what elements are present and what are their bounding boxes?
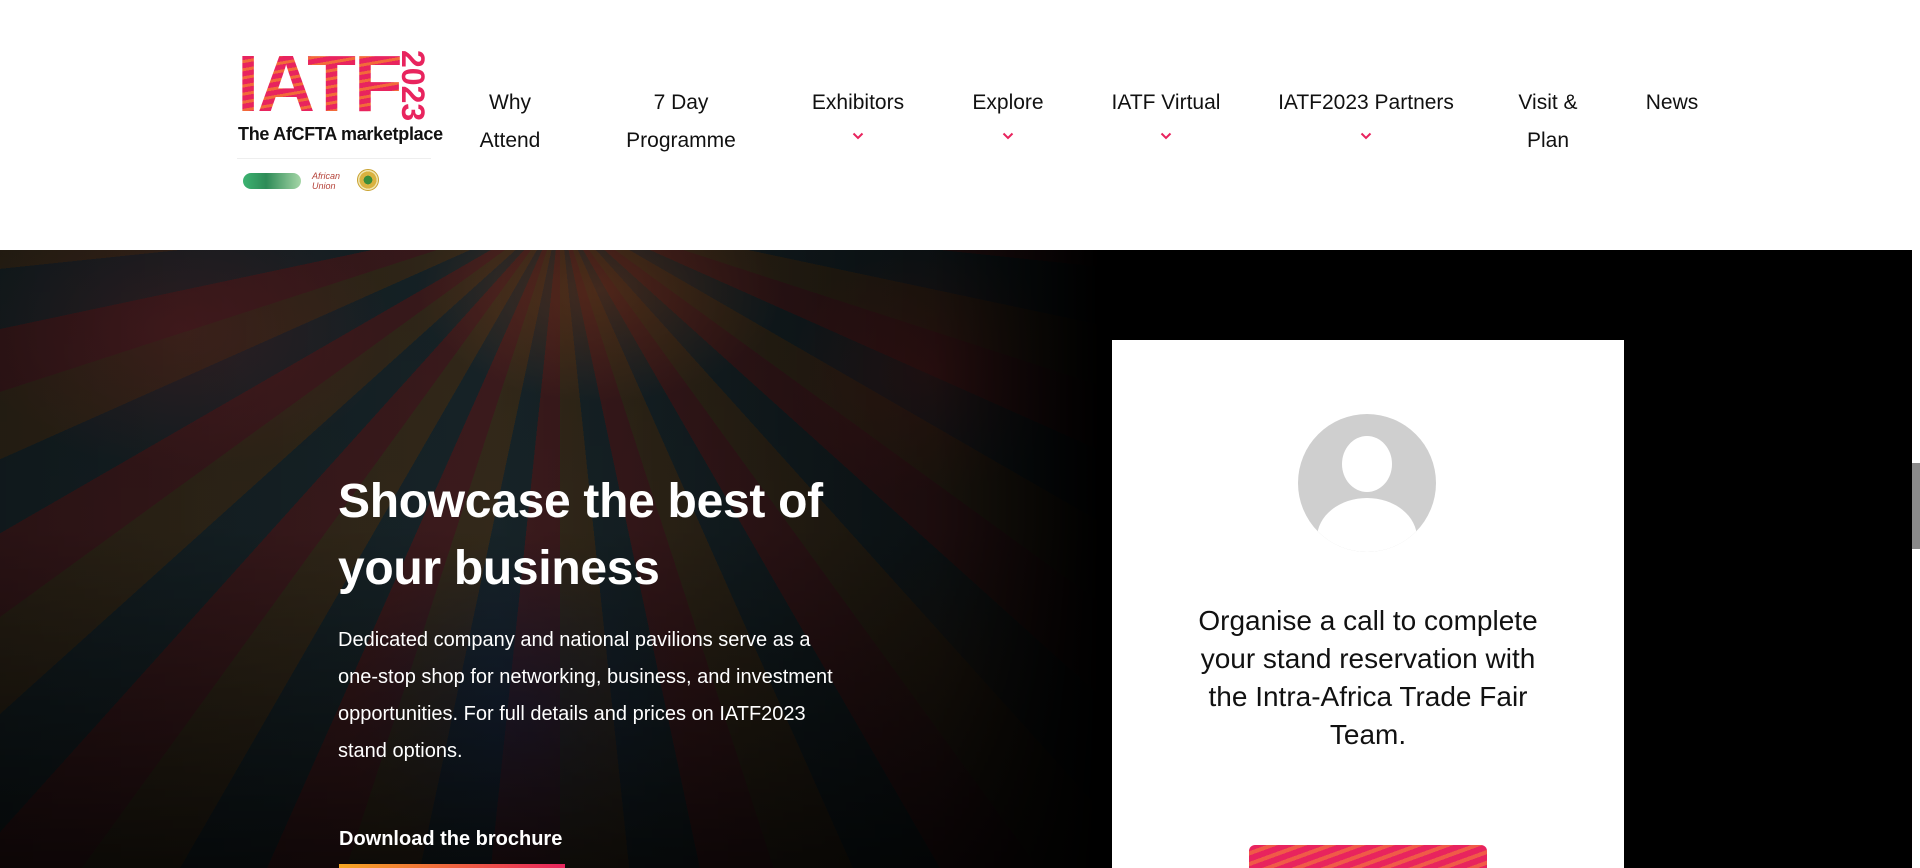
iatf-logo[interactable]: IATF 2023 The AfCFTA marketplace African… <box>237 39 443 200</box>
avatar-body <box>1317 498 1417 552</box>
avatar-head <box>1342 436 1392 492</box>
chevron-down-icon[interactable] <box>852 130 864 142</box>
nav-label: Explore <box>972 91 1044 114</box>
logo-tagline: The AfCFTA marketplace <box>238 124 443 144</box>
nav-label: Attend <box>479 129 541 152</box>
nav-item-iatf-virtual[interactable]: IATF Virtual <box>1106 84 1226 142</box>
chevron-down-icon[interactable] <box>1360 130 1372 142</box>
hero-section: Showcase the best of your business Dedic… <box>0 250 1912 868</box>
nav-label: Exhibitors <box>811 91 905 114</box>
scrollbar-thumb[interactable] <box>1912 463 1920 549</box>
chevron-down-icon[interactable] <box>1002 130 1014 142</box>
contact-card: Organise a call to complete your stand r… <box>1112 340 1624 868</box>
nav-label: News <box>1645 91 1699 114</box>
nav-label: IATF2023 Partners <box>1278 91 1454 114</box>
african-union-logo: African Union <box>312 171 341 191</box>
nav-label: Plan <box>1526 129 1570 152</box>
nav-label: Visit & <box>1518 91 1578 114</box>
afreximbank-30-logo <box>243 173 301 189</box>
nav-item-visit-plan[interactable]: Visit & Plan <box>1510 84 1586 160</box>
nav-label: Programme <box>626 129 736 152</box>
nav-item-7-day-programme[interactable]: 7 Day Programme <box>620 84 742 160</box>
nav-label: IATF Virtual <box>1111 91 1221 114</box>
user-avatar-icon <box>1298 414 1436 552</box>
logo-partner-strip: African Union <box>237 158 431 200</box>
nav-item-iatf2023-partners[interactable]: IATF2023 Partners <box>1278 84 1454 142</box>
nav-item-explore[interactable]: Explore <box>968 84 1048 142</box>
nav-label: 7 Day <box>653 91 709 114</box>
hero-title-line: Showcase the best of <box>338 475 823 528</box>
logo-wordmark: IATF <box>237 39 403 128</box>
nav-item-why-attend[interactable]: Why Attend <box>470 84 550 160</box>
nav-item-exhibitors[interactable]: Exhibitors <box>808 84 908 142</box>
hero-description: Dedicated company and national pavilions… <box>338 629 833 762</box>
nav-item-news[interactable]: News <box>1640 84 1704 122</box>
afcfta-seal-logo <box>357 169 379 191</box>
page-scrollbar[interactable] <box>1912 250 1920 868</box>
contact-card-text: Organise a call to complete your stand r… <box>1198 605 1538 750</box>
cta-underline <box>339 864 565 868</box>
chevron-down-icon[interactable] <box>1160 130 1172 142</box>
hero-title: Showcase the best of your business <box>338 468 858 602</box>
site-header: IATF 2023 The AfCFTA marketplace African… <box>0 0 1920 250</box>
contact-card-button[interactable] <box>1249 845 1487 868</box>
hero-title-line: your business <box>338 542 660 595</box>
nav-label: Why <box>489 91 531 114</box>
download-brochure-link[interactable]: Download the brochure <box>339 828 562 851</box>
